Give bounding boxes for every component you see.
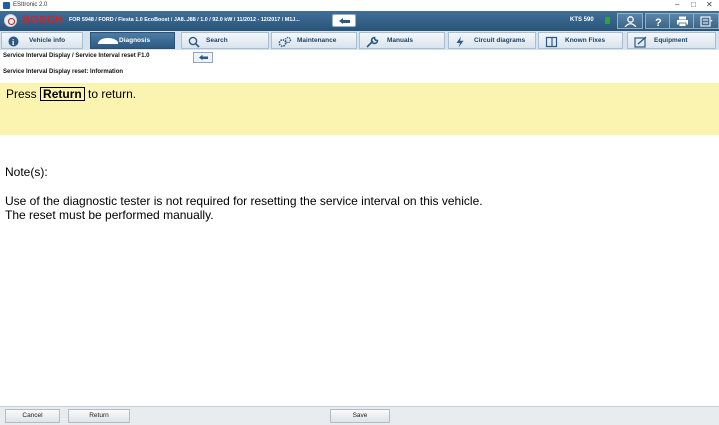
app-icon (3, 2, 10, 9)
app-header: BOSCH FOR 5948 / FORD / Fiesta 1.0 EcoBo… (0, 11, 719, 31)
search-icon (188, 36, 200, 48)
return-key-label: Return (40, 87, 85, 101)
svg-text:?: ? (655, 17, 662, 27)
user-icon (624, 16, 637, 27)
brand-name: BOSCH (22, 14, 64, 26)
main-tabs: i Vehicle info Diagnosis Search Maintena… (0, 31, 719, 50)
car-icon (98, 38, 118, 44)
menu-button[interactable] (693, 13, 719, 29)
save-button[interactable]: Save (330, 409, 390, 423)
return-button[interactable]: Return (68, 409, 130, 423)
info-icon: i (8, 36, 19, 47)
book-icon (545, 36, 558, 48)
equipment-icon (634, 36, 647, 48)
breadcrumb: Service Interval Display / Service Inter… (3, 53, 150, 59)
menu-icon (700, 16, 713, 27)
tab-diagnosis[interactable]: Diagnosis (90, 32, 175, 49)
window-titlebar: ESItronic 2.0 – □ ✕ (0, 0, 719, 11)
window-title: ESItronic 2.0 (13, 2, 48, 8)
close-button[interactable]: ✕ (706, 0, 713, 10)
back-arrow-icon (199, 54, 208, 61)
tab-equipment[interactable]: Equipment (627, 32, 716, 49)
back-arrow-icon (339, 18, 350, 24)
tab-known-fixes[interactable]: Known Fixes (538, 32, 623, 49)
vehicle-identification: FOR 5948 / FORD / Fiesta 1.0 EcoBoost / … (69, 17, 300, 23)
print-icon (677, 16, 688, 27)
note-line: Use of the diagnostic tester is not requ… (5, 194, 483, 208)
tab-maintenance[interactable]: Maintenance (271, 32, 357, 49)
gears-icon (278, 36, 292, 48)
help-icon: ? (655, 17, 662, 27)
user-button[interactable] (617, 13, 643, 29)
tab-search[interactable]: Search (181, 32, 269, 49)
bosch-logo: BOSCH (3, 12, 66, 30)
breadcrumb-back-button[interactable] (193, 52, 213, 63)
connection-status-icon (605, 17, 610, 24)
lightning-icon (456, 36, 464, 48)
tab-circuit-diagrams[interactable]: Circuit diagrams (448, 32, 536, 49)
header-back-button[interactable] (332, 14, 356, 27)
footer-bar: Cancel Return Save (0, 406, 719, 425)
tab-manuals[interactable]: Manuals (359, 32, 445, 49)
cancel-button[interactable]: Cancel (5, 409, 60, 423)
notes-heading: Note(s): (5, 165, 48, 179)
print-button[interactable] (669, 13, 695, 29)
maximize-button[interactable]: □ (691, 0, 696, 10)
page-subtitle: Service Interval Display reset: Informat… (3, 69, 124, 75)
note-line: The reset must be performed manually. (5, 208, 214, 222)
wrench-icon (366, 36, 379, 48)
instruction-text: Press Return to return. (6, 87, 136, 101)
tab-vehicle-info[interactable]: i Vehicle info (1, 32, 83, 49)
device-name: KTS 590 (570, 17, 594, 23)
instruction-prefix: Press (6, 87, 37, 101)
bosch-emblem-icon (4, 14, 17, 27)
help-button[interactable]: ? (645, 13, 671, 29)
minimize-button[interactable]: – (675, 0, 679, 10)
instruction-suffix: to return. (88, 87, 137, 101)
